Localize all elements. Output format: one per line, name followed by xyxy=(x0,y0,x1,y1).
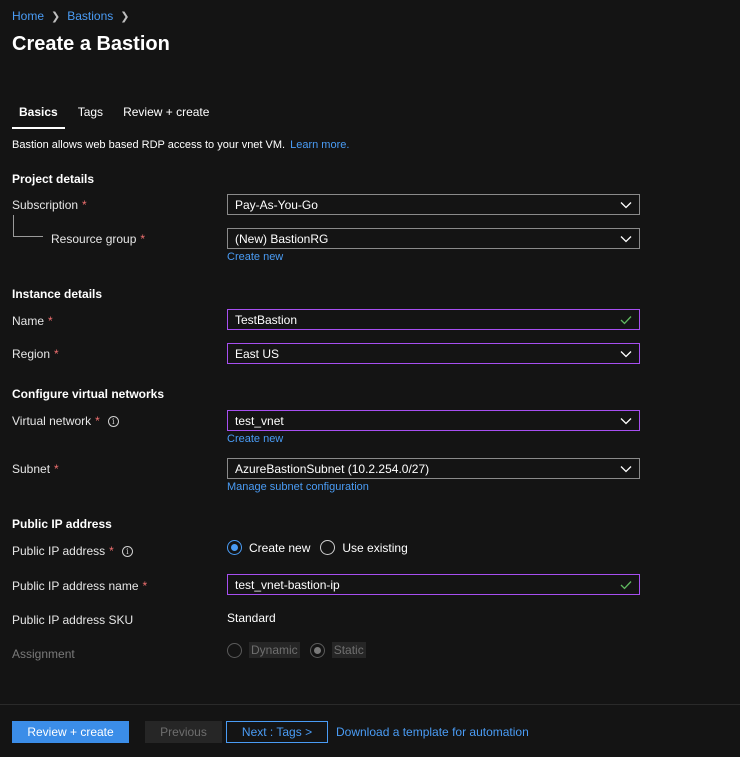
resource-group-label: Resource group * xyxy=(51,232,145,246)
required-marker: * xyxy=(48,314,53,328)
breadcrumb: Home ❯ Bastions ❯ xyxy=(12,9,136,23)
public-ip-sku-label: Public IP address SKU xyxy=(12,613,134,627)
chevron-right-icon: ❯ xyxy=(51,10,61,23)
name-label-text: Name xyxy=(12,314,45,328)
public-ip-radio-group: Create new Use existing xyxy=(227,540,418,555)
virtual-network-label: Virtual network * i xyxy=(12,414,119,428)
page-title: Create a Bastion xyxy=(12,33,170,55)
virtual-network-label-text: Virtual network xyxy=(12,414,92,428)
radio-button xyxy=(309,642,325,658)
public-ip-sku-value: Standard xyxy=(227,611,276,625)
subnet-label: Subnet * xyxy=(12,462,59,476)
tab-tags[interactable]: Tags xyxy=(71,105,110,125)
radio-static-label: Static xyxy=(331,642,366,658)
checkmark-icon xyxy=(619,313,632,326)
tree-connector xyxy=(13,215,43,237)
region-label-text: Region xyxy=(12,347,51,361)
create-new-vnet-link[interactable]: Create new xyxy=(227,433,283,445)
chevron-down-icon xyxy=(619,462,632,475)
review-create-button[interactable]: Review + create xyxy=(12,721,129,743)
virtual-network-select[interactable]: test_vnet xyxy=(227,410,640,431)
previous-button: Previous xyxy=(145,721,222,743)
region-label: Region * xyxy=(12,347,59,361)
subscription-label: Subscription * xyxy=(12,198,87,212)
chevron-down-icon xyxy=(619,414,632,427)
info-icon[interactable]: i xyxy=(107,415,119,427)
assignment-radio-group: Dynamic Static xyxy=(227,642,376,658)
learn-more-link[interactable]: Learn more. xyxy=(290,139,349,151)
radio-create-new[interactable]: Create new xyxy=(227,540,310,555)
region-select[interactable]: East US xyxy=(227,343,640,364)
radio-button[interactable] xyxy=(320,540,336,555)
radio-dynamic-label: Dynamic xyxy=(249,642,300,658)
region-value: East US xyxy=(235,346,280,361)
resource-group-label-text: Resource group xyxy=(51,232,137,246)
tab-basics[interactable]: Basics xyxy=(12,105,65,129)
chevron-right-icon: ❯ xyxy=(120,10,130,23)
required-marker: * xyxy=(82,198,87,212)
required-marker: * xyxy=(95,414,100,428)
next-tags-button[interactable]: Next : Tags > xyxy=(226,721,328,743)
download-template-link[interactable]: Download a template for automation xyxy=(336,725,529,739)
chevron-down-icon xyxy=(619,347,632,360)
subnet-label-text: Subnet xyxy=(12,462,51,476)
public-ip-heading: Public IP address xyxy=(12,517,112,531)
public-ip-label-text: Public IP address xyxy=(12,544,106,558)
radio-dynamic: Dynamic xyxy=(227,642,300,658)
subnet-value: AzureBastionSubnet (10.2.254.0/27) xyxy=(235,461,430,476)
required-marker: * xyxy=(109,544,114,558)
name-input[interactable]: TestBastion xyxy=(227,309,640,330)
name-label: Name * xyxy=(12,314,53,328)
manage-subnet-link[interactable]: Manage subnet configuration xyxy=(227,481,369,493)
instance-details-heading: Instance details xyxy=(12,287,103,301)
info-icon[interactable]: i xyxy=(121,545,133,557)
name-value: TestBastion xyxy=(235,312,298,327)
required-marker: * xyxy=(54,462,59,476)
public-ip-name-input[interactable]: test_vnet-bastion-ip xyxy=(227,574,640,595)
public-ip-name-label-text: Public IP address name xyxy=(12,579,139,593)
radio-use-existing[interactable]: Use existing xyxy=(320,540,408,555)
radio-button xyxy=(227,642,242,658)
radio-use-existing-label: Use existing xyxy=(342,540,408,555)
project-details-heading: Project details xyxy=(12,172,95,186)
radio-static: Static xyxy=(309,642,366,658)
create-new-resource-group-link[interactable]: Create new xyxy=(227,251,283,263)
public-ip-label: Public IP address * i xyxy=(12,544,133,558)
intro-description: Bastion allows web based RDP access to y… xyxy=(12,139,286,151)
subnet-select[interactable]: AzureBastionSubnet (10.2.254.0/27) xyxy=(227,458,640,479)
subscription-select[interactable]: Pay-As-You-Go xyxy=(227,194,640,215)
intro-text: Bastion allows web based RDP access to y… xyxy=(12,139,349,151)
public-ip-name-label: Public IP address name * xyxy=(12,579,147,593)
footer-divider xyxy=(0,704,740,705)
radio-button[interactable] xyxy=(227,540,242,555)
radio-create-new-label: Create new xyxy=(249,540,311,555)
resource-group-select[interactable]: (New) BastionRG xyxy=(227,228,640,249)
tab-bar: Basics Tags Review + create xyxy=(12,105,222,129)
resource-group-value: (New) BastionRG xyxy=(235,231,329,246)
checkmark-icon xyxy=(619,578,632,591)
virtual-network-value: test_vnet xyxy=(235,413,284,428)
tab-review-create[interactable]: Review + create xyxy=(116,105,216,125)
chevron-down-icon xyxy=(619,232,632,245)
breadcrumb-bastions[interactable]: Bastions xyxy=(67,9,113,23)
subscription-value: Pay-As-You-Go xyxy=(235,197,318,212)
chevron-down-icon xyxy=(619,198,632,211)
virtual-networks-heading: Configure virtual networks xyxy=(12,387,165,401)
assignment-label: Assignment xyxy=(12,647,75,661)
subscription-label-text: Subscription xyxy=(12,198,79,212)
required-marker: * xyxy=(54,347,59,361)
required-marker: * xyxy=(142,579,148,593)
required-marker: * xyxy=(140,232,146,246)
public-ip-name-value: test_vnet-bastion-ip xyxy=(235,577,340,592)
breadcrumb-home[interactable]: Home xyxy=(12,9,44,23)
